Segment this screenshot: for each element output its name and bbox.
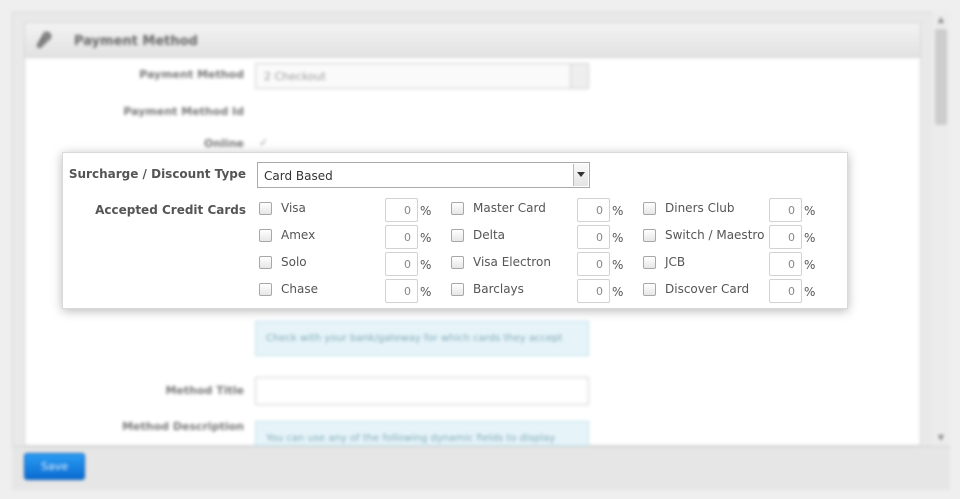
percent-input-barclays[interactable]: 0 (577, 279, 610, 303)
scroll-thumb[interactable] (935, 29, 947, 125)
chevron-down-icon (570, 64, 588, 88)
percent-sign: % (420, 204, 432, 218)
percent-sign: % (420, 231, 432, 245)
card-name-solo: Solo (281, 255, 307, 269)
percent-input-visa[interactable]: 0 (385, 198, 418, 222)
card-name-diners-club: Diners Club (665, 201, 735, 215)
checkbox-chase[interactable] (259, 283, 272, 296)
method-title-label: Method Title (165, 384, 244, 397)
payment-method-label: Payment Method (139, 68, 244, 81)
checkbox-barclays[interactable] (451, 283, 464, 296)
scroll-up-icon[interactable]: ▲ (932, 14, 950, 26)
percent-sign: % (612, 285, 624, 299)
accepted-cards-label: Accepted Credit Cards (95, 203, 246, 217)
percent-sign: % (804, 258, 816, 272)
checkbox-visa-electron[interactable] (451, 256, 464, 269)
checkbox-solo[interactable] (259, 256, 272, 269)
card-name-delta: Delta (473, 228, 506, 242)
scroll-down-icon[interactable]: ▼ (932, 432, 950, 444)
surcharge-type-label: Surcharge / Discount Type (68, 167, 246, 181)
panel-header: Payment Method (25, 23, 920, 58)
surcharge-card: Surcharge / Discount Type Card Based Acc… (62, 152, 848, 309)
percent-sign: % (612, 231, 624, 245)
percent-input-switch-maestro[interactable]: 0 (769, 225, 802, 249)
online-label: Online (203, 137, 244, 150)
checkbox-switch-maestro[interactable] (643, 229, 656, 242)
percent-input-visa-electron[interactable]: 0 (577, 252, 610, 276)
online-check-icon[interactable]: ✓ (259, 136, 268, 149)
surcharge-type-value: Card Based (264, 169, 333, 183)
percent-input-delta[interactable]: 0 (577, 225, 610, 249)
percent-input-master-card[interactable]: 0 (577, 198, 610, 222)
footer-bar (12, 446, 950, 490)
vertical-scrollbar[interactable]: ▲ ▼ (932, 12, 950, 446)
checkbox-jcb[interactable] (643, 256, 656, 269)
card-name-switch-maestro: Switch / Maestro (665, 228, 765, 242)
checkbox-delta[interactable] (451, 229, 464, 242)
percent-input-discover-card[interactable]: 0 (769, 279, 802, 303)
wrench-icon (36, 31, 52, 49)
panel-title: Payment Method (74, 34, 198, 49)
checkbox-visa[interactable] (259, 202, 272, 215)
card-name-chase: Chase (281, 282, 318, 296)
method-description-note: You can use any of the following dynamic… (255, 421, 589, 446)
card-name-jcb: JCB (665, 255, 686, 269)
checkbox-master-card[interactable] (451, 202, 464, 215)
percent-sign: % (420, 285, 432, 299)
card-info-note: Check with your bank/gateway for which c… (255, 321, 589, 356)
card-name-visa-electron: Visa Electron (473, 255, 551, 269)
payment-method-value: 2 Checkout (264, 70, 326, 83)
percent-input-amex[interactable]: 0 (385, 225, 418, 249)
percent-sign: % (612, 204, 624, 218)
card-name-barclays: Barclays (473, 282, 524, 296)
checkbox-amex[interactable] (259, 229, 272, 242)
payment-method-id-label: Payment Method Id (123, 105, 244, 118)
percent-input-chase[interactable]: 0 (385, 279, 418, 303)
percent-sign: % (612, 258, 624, 272)
percent-input-jcb[interactable]: 0 (769, 252, 802, 276)
chevron-down-icon (577, 172, 585, 177)
percent-sign: % (804, 204, 816, 218)
percent-sign: % (804, 231, 816, 245)
percent-sign: % (420, 258, 432, 272)
card-name-discover-card: Discover Card (665, 282, 750, 296)
method-description-label: Method Description (122, 420, 244, 433)
card-name-master-card: Master Card (473, 201, 546, 215)
percent-input-solo[interactable]: 0 (385, 252, 418, 276)
percent-input-diners-club[interactable]: 0 (769, 198, 802, 222)
save-button[interactable]: Save (24, 453, 85, 480)
select-arrow[interactable] (573, 164, 588, 186)
card-name-amex: Amex (281, 228, 316, 242)
method-title-input[interactable] (255, 377, 589, 405)
checkbox-discover-card[interactable] (643, 283, 656, 296)
payment-method-select[interactable]: 2 Checkout (255, 63, 589, 89)
percent-sign: % (804, 285, 816, 299)
surcharge-type-select[interactable]: Card Based (257, 162, 590, 188)
checkbox-diners-club[interactable] (643, 202, 656, 215)
card-name-visa: Visa (281, 201, 306, 215)
